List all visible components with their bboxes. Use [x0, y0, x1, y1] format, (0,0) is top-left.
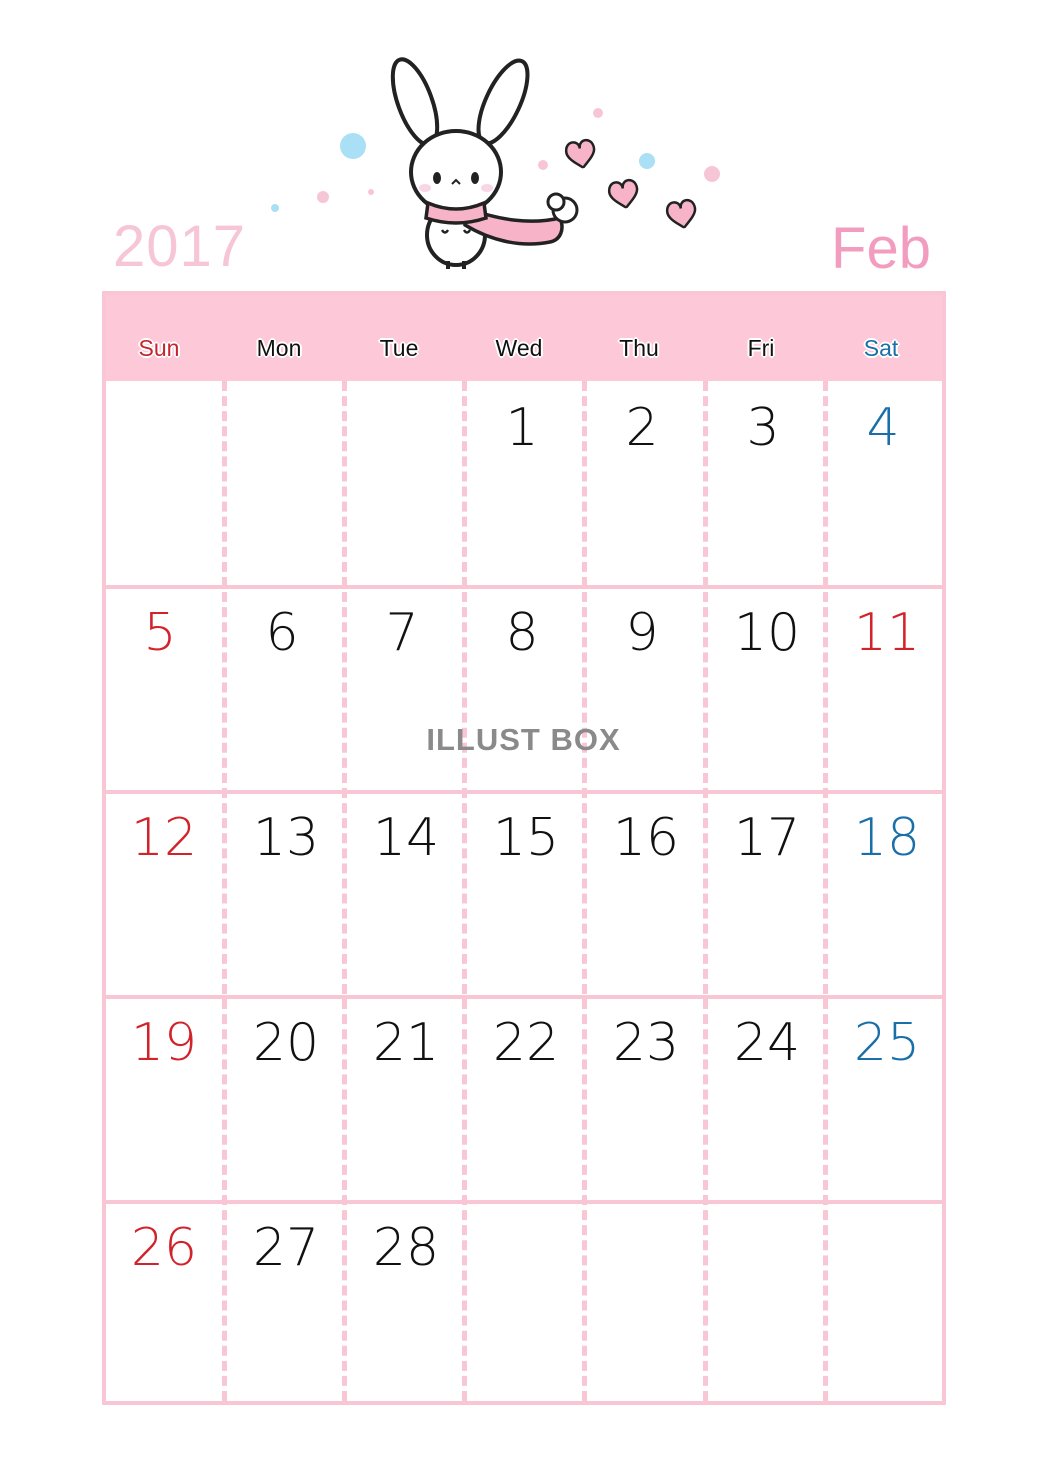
day-25: 25	[853, 1013, 921, 1073]
weekday-fri: Fri	[747, 335, 775, 361]
weekday-sun: Sun	[138, 335, 180, 361]
day-24: 24	[733, 1013, 801, 1073]
watermark: ILLUST BOX	[426, 722, 621, 757]
weekday-sat: Sat	[863, 335, 899, 361]
dot-blue-icon	[271, 204, 279, 212]
bunny-head	[409, 129, 503, 215]
dot-pink-icon	[368, 189, 374, 195]
day-18: 18	[853, 808, 921, 868]
dot-pink-icon	[704, 166, 720, 182]
dot-pink-icon	[593, 108, 603, 118]
weekday-thu: Thu	[619, 335, 659, 361]
row-divider	[106, 585, 942, 589]
day-9: 9	[625, 603, 659, 663]
dot-pink-icon	[538, 160, 548, 170]
heart-icon	[608, 178, 639, 209]
column-divider	[703, 381, 708, 1401]
dot-blue-icon	[639, 153, 655, 169]
weekday-wed: Wed	[495, 335, 543, 361]
dot-blue-icon	[340, 133, 366, 159]
day-3: 3	[746, 398, 780, 458]
day-19: 19	[130, 1013, 198, 1073]
bunny-illustration	[271, 57, 720, 269]
weekday-header: Sun Mon Tue Wed Thu Fri Sat	[106, 295, 942, 381]
day-16: 16	[612, 808, 680, 868]
heart-icon	[565, 138, 596, 169]
day-13: 13	[252, 808, 320, 868]
day-5: 5	[143, 603, 177, 663]
day-1: 1	[505, 398, 539, 458]
calendar-grid: Sun Mon Tue Wed Thu Fri Sat 1 2 3 4 5 6 7 8 9 10 1…	[102, 291, 946, 1405]
column-divider	[823, 381, 828, 1401]
day-4: 4	[866, 398, 900, 458]
day-22: 22	[492, 1013, 560, 1073]
heart-icon	[666, 198, 697, 229]
day-28: 28	[372, 1218, 440, 1278]
day-2: 2	[625, 398, 659, 458]
day-12: 12	[130, 808, 198, 868]
day-15: 15	[492, 808, 560, 868]
row-divider	[106, 1200, 942, 1204]
weekday-mon: Mon	[256, 335, 302, 361]
row-divider	[106, 790, 942, 794]
day-10: 10	[733, 603, 801, 663]
month-label: Feb	[831, 216, 931, 281]
day-8: 8	[505, 603, 539, 663]
year-label: 2017	[113, 214, 247, 279]
day-26: 26	[130, 1218, 198, 1278]
day-14: 14	[372, 808, 440, 868]
column-divider	[582, 381, 587, 1401]
day-21: 21	[372, 1013, 440, 1073]
weekday-tue: Tue	[379, 335, 419, 361]
row-divider	[106, 995, 942, 999]
day-27: 27	[252, 1218, 320, 1278]
day-11: 11	[853, 603, 921, 663]
day-23: 23	[612, 1013, 680, 1073]
day-20: 20	[252, 1013, 320, 1073]
day-17: 17	[733, 808, 801, 868]
dot-pink-icon	[317, 191, 329, 203]
day-6: 6	[265, 603, 299, 663]
day-7: 7	[385, 603, 419, 663]
